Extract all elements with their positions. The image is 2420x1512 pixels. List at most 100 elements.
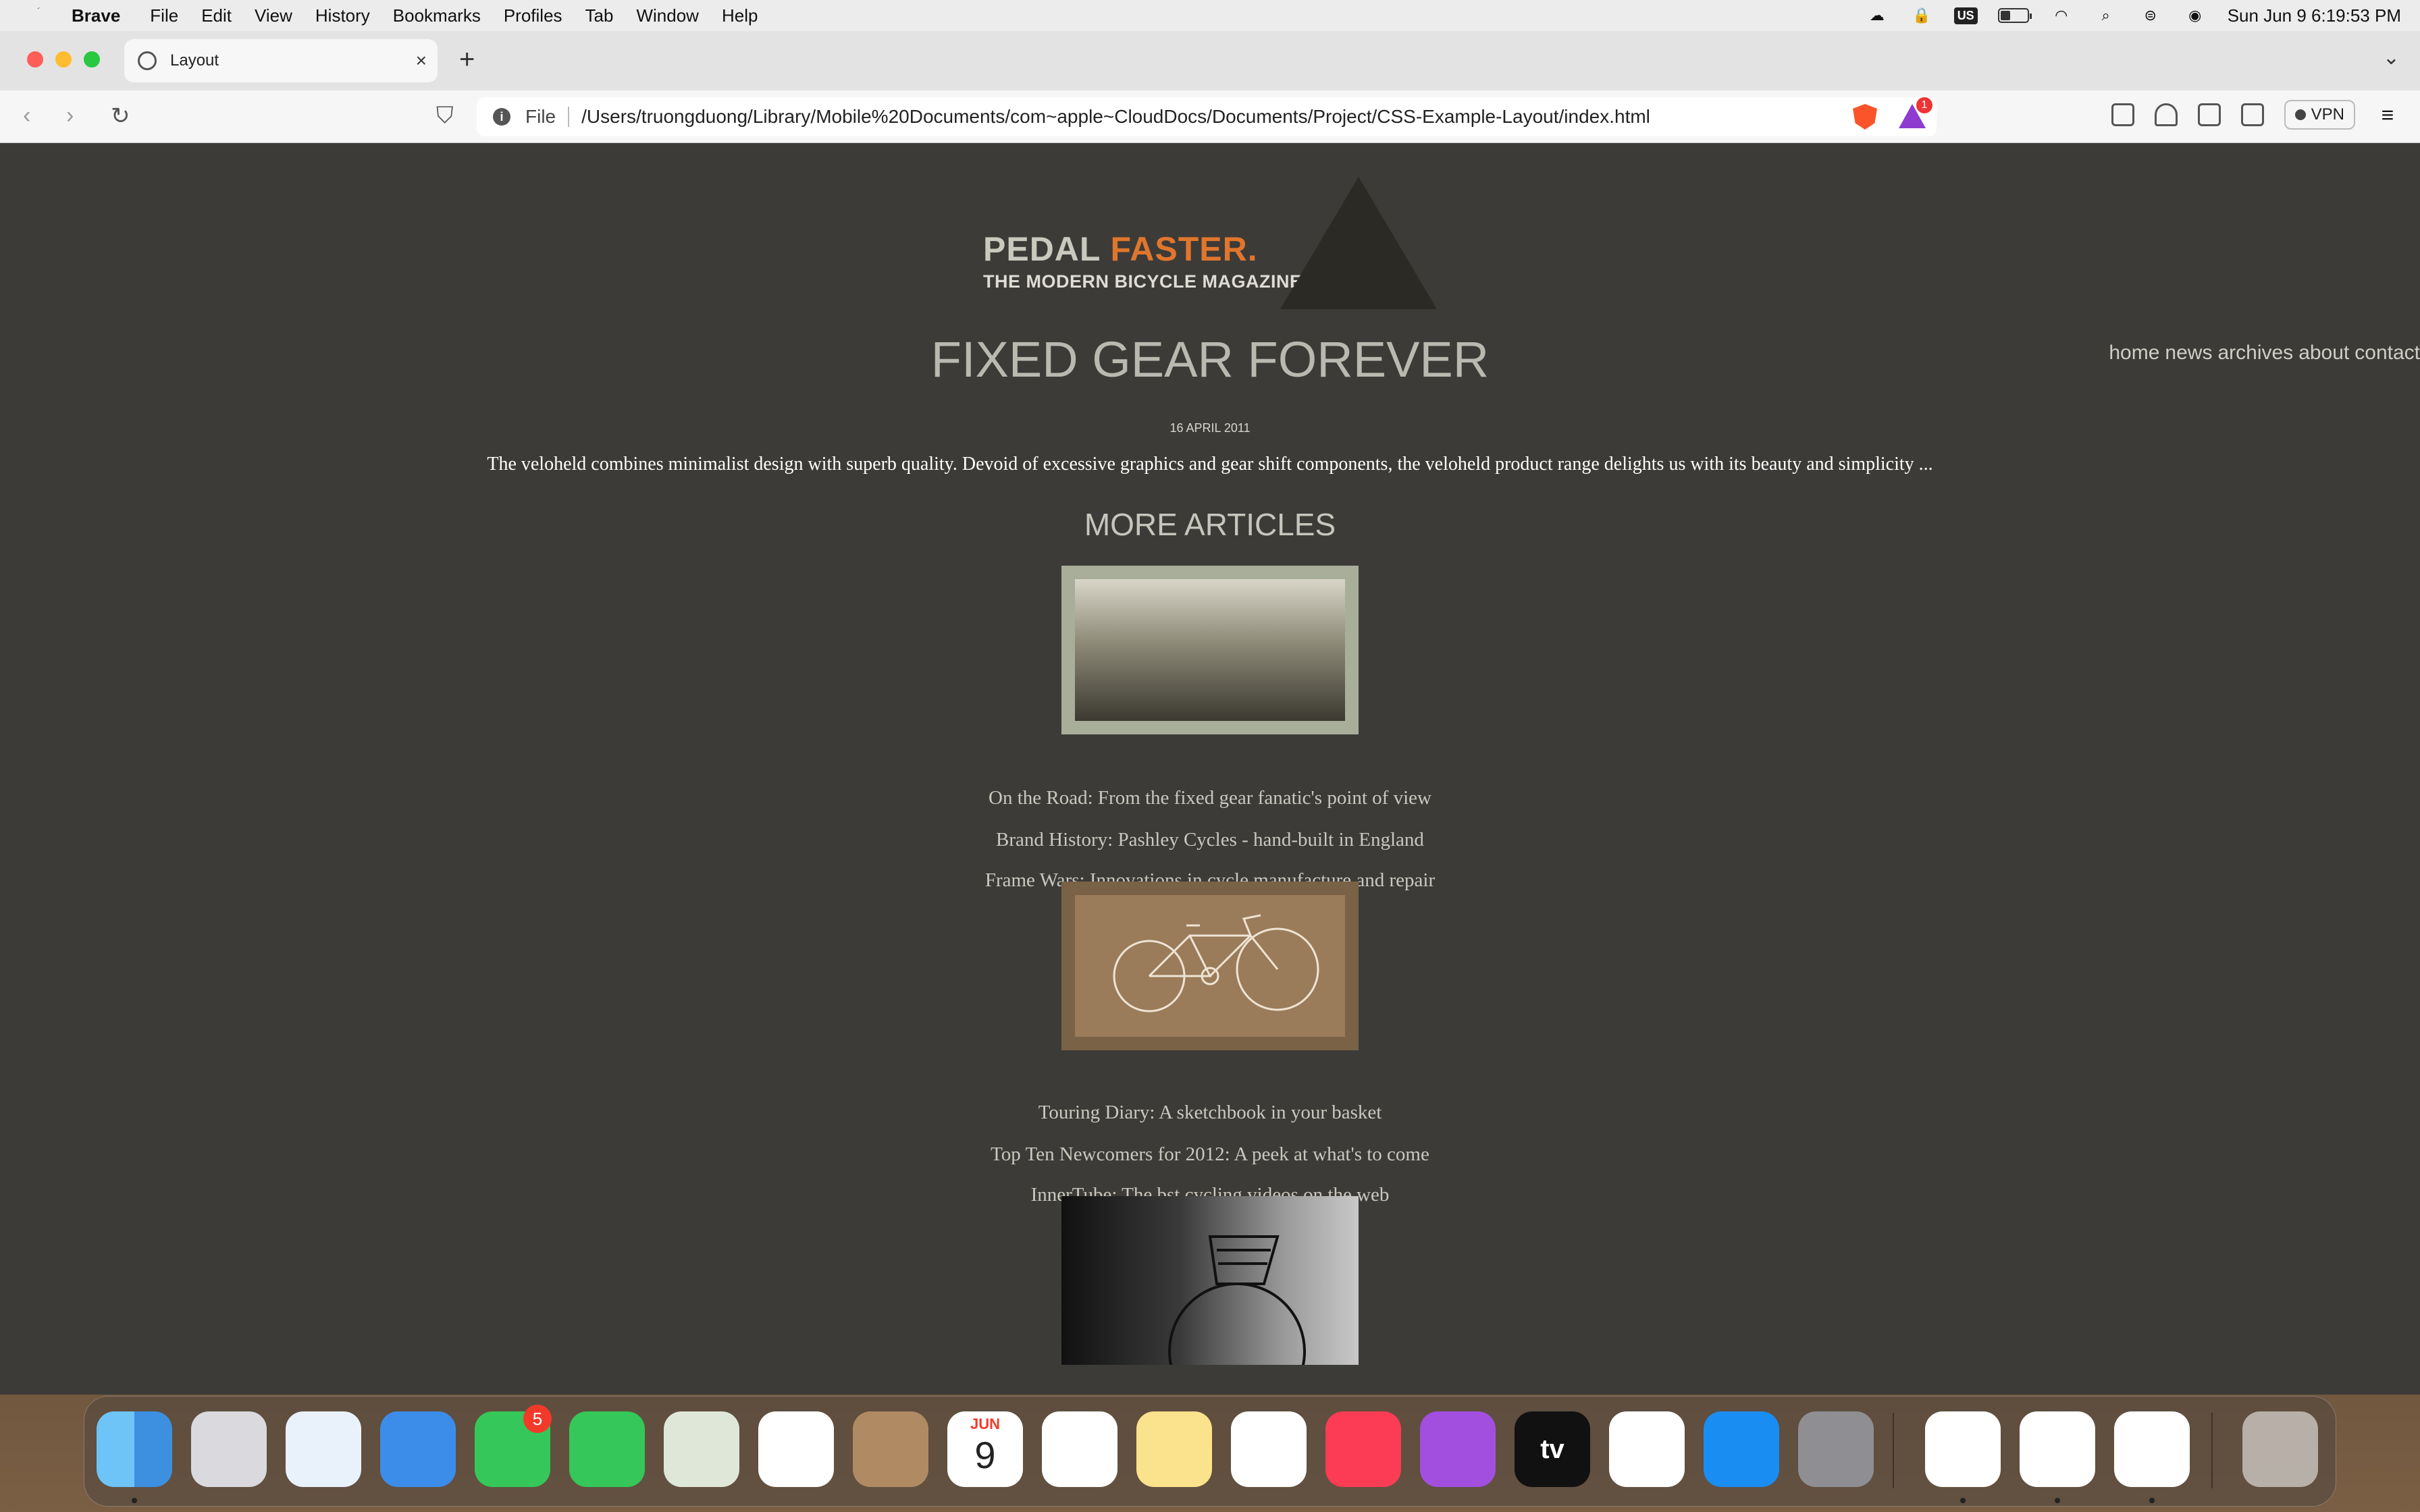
- back-arrow-icon[interactable]: ‹: [23, 103, 30, 129]
- browser-window: Layout × + ⌄ ‹ › ↻ ⛉ i File /Users/truon…: [0, 31, 2420, 1395]
- forward-arrow-icon[interactable]: ›: [66, 103, 74, 129]
- calendar-day: 9: [974, 1434, 996, 1476]
- finder-icon[interactable]: [97, 1411, 172, 1487]
- running-indicator: [2055, 1498, 2060, 1503]
- web-page: PEDAL FASTER. THE MODERN BICYCLE MAGAZIN…: [0, 143, 2420, 1395]
- browser-toolbar: ‹ › ↻ ⛉ i File /Users/truongduong/Librar…: [0, 90, 2420, 143]
- menu-history[interactable]: History: [315, 5, 370, 26]
- apple-menu-icon[interactable]: [27, 5, 46, 26]
- dock-separator: [1893, 1413, 1894, 1488]
- keyboard-input-badge[interactable]: US: [1953, 7, 1978, 24]
- menu-file[interactable]: File: [150, 5, 178, 26]
- menu-profiles[interactable]: Profiles: [504, 5, 562, 26]
- article-link[interactable]: Brand History: Pashley Cycles - hand-bui…: [0, 829, 2420, 851]
- article-thumbnail-sketch[interactable]: [1061, 882, 1359, 1050]
- tab-layout[interactable]: Layout ×: [124, 39, 438, 82]
- tab-list-chevron-icon[interactable]: ⌄: [2383, 46, 2400, 70]
- site-info-icon[interactable]: i: [493, 108, 510, 126]
- reminders-icon[interactable]: [1042, 1411, 1117, 1487]
- triangle-decoration: [1280, 177, 1437, 309]
- siri-icon[interactable]: ◉: [2183, 7, 2207, 24]
- logo-accent: FASTER.: [1110, 230, 1258, 268]
- battery-icon[interactable]: [1997, 8, 2032, 23]
- sidebar-icon[interactable]: [2197, 103, 2221, 126]
- hamburger-menu-icon[interactable]: ≡: [2375, 103, 2400, 127]
- menubar-clock[interactable]: Sun Jun 9 6:19:53 PM: [2228, 5, 2401, 26]
- bicycle-sketch-icon: [1113, 914, 1319, 1013]
- calendar-icon[interactable]: JUN 9: [947, 1411, 1023, 1487]
- bookmark-icon[interactable]: ⛉: [436, 103, 454, 129]
- tab-title: Layout: [170, 51, 219, 70]
- running-indicator: [1960, 1498, 1966, 1503]
- article-summary: The veloheld combines minimalist design …: [487, 454, 1933, 475]
- dock-separator: [2211, 1413, 2213, 1488]
- launchpad-icon[interactable]: [191, 1411, 267, 1487]
- tv-icon[interactable]: tv: [1515, 1411, 1590, 1487]
- trash-icon[interactable]: [2242, 1411, 2318, 1487]
- safari-icon[interactable]: [286, 1411, 361, 1487]
- messages-icon[interactable]: [569, 1411, 645, 1487]
- notes-icon[interactable]: [1136, 1411, 1212, 1487]
- brave-icon[interactable]: [2114, 1411, 2190, 1487]
- menu-tab[interactable]: Tab: [585, 5, 614, 26]
- extensions-icon[interactable]: [2111, 103, 2134, 126]
- lock-icon[interactable]: 🔒: [1910, 7, 1934, 24]
- vpn-button[interactable]: VPN: [2284, 100, 2355, 130]
- system-settings-icon[interactable]: [1798, 1411, 1874, 1487]
- menu-window[interactable]: Window: [636, 5, 698, 26]
- vpn-label: VPN: [2311, 105, 2344, 124]
- globe-icon: [138, 51, 157, 70]
- close-window-button[interactable]: [27, 51, 43, 68]
- wallet-icon[interactable]: [2240, 103, 2264, 126]
- vpn-status-icon: [2294, 109, 2306, 120]
- freeform-icon[interactable]: [1231, 1411, 1307, 1487]
- photos-icon[interactable]: [758, 1411, 834, 1487]
- running-indicator: [132, 1498, 137, 1503]
- url-separator: [568, 107, 570, 127]
- more-articles-heading: MORE ARTICLES: [1084, 507, 1336, 542]
- site-logo[interactable]: PEDAL FASTER. THE MODERN BICYCLE MAGAZIN…: [983, 230, 1303, 292]
- menu-bar: Brave File Edit View History Bookmarks P…: [0, 0, 2420, 31]
- wifi-icon[interactable]: ◠: [2049, 7, 2074, 24]
- mail-icon[interactable]: [380, 1411, 456, 1487]
- close-tab-icon[interactable]: ×: [416, 50, 427, 72]
- window-controls: [27, 51, 100, 68]
- article-date: 16 APRIL 2011: [1169, 421, 1251, 435]
- search-icon[interactable]: ⌕: [2094, 7, 2118, 24]
- rewards-badge: 1: [1916, 97, 1932, 113]
- address-bar[interactable]: i File /Users/truongduong/Library/Mobile…: [477, 97, 1937, 136]
- downloads-icon[interactable]: [2154, 103, 2178, 126]
- zoom-window-button[interactable]: [84, 51, 100, 68]
- calendar-month: JUN: [970, 1415, 1000, 1432]
- article-thumbnail-road[interactable]: [1061, 566, 1359, 734]
- bicycle-sketch-image: [1075, 895, 1345, 1037]
- article-link[interactable]: Top Ten Newcomers for 2012: A peek at wh…: [0, 1143, 2420, 1166]
- cloud-icon[interactable]: ☁: [1865, 7, 1889, 24]
- reload-icon[interactable]: ↻: [111, 103, 130, 130]
- menu-view[interactable]: View: [255, 5, 292, 26]
- maps-icon[interactable]: [664, 1411, 739, 1487]
- app-store-icon[interactable]: [1704, 1411, 1779, 1487]
- menu-edit[interactable]: Edit: [201, 5, 232, 26]
- article-link[interactable]: On the Road: From the fixed gear fanatic…: [0, 787, 2420, 809]
- menu-help[interactable]: Help: [722, 5, 758, 26]
- contacts-icon[interactable]: [853, 1411, 928, 1487]
- dock: 5 JUN 9 tv: [84, 1396, 2336, 1507]
- minimize-window-button[interactable]: [55, 51, 72, 68]
- article-thumbnail-basket[interactable]: [1061, 1196, 1359, 1395]
- chrome-icon[interactable]: [1925, 1411, 2001, 1487]
- basket-bicycle-photo: [1061, 1196, 1359, 1395]
- news-icon[interactable]: [1609, 1411, 1685, 1487]
- vscode-icon[interactable]: [2020, 1411, 2095, 1487]
- music-icon[interactable]: [1325, 1411, 1401, 1487]
- url-text[interactable]: /Users/truongduong/Library/Mobile%20Docu…: [581, 106, 1650, 128]
- menu-app-brave[interactable]: Brave: [72, 5, 120, 26]
- tv-label: tv: [1540, 1434, 1564, 1464]
- facetime-badge: 5: [523, 1405, 552, 1433]
- menu-bookmarks[interactable]: Bookmarks: [393, 5, 481, 26]
- podcasts-icon[interactable]: [1420, 1411, 1496, 1487]
- control-center-icon[interactable]: ⊜: [2138, 7, 2163, 24]
- new-tab-button[interactable]: +: [459, 45, 475, 75]
- article-link[interactable]: Touring Diary: A sketchbook in your bask…: [0, 1102, 2420, 1124]
- bicycle-basket-icon: [1168, 1235, 1306, 1395]
